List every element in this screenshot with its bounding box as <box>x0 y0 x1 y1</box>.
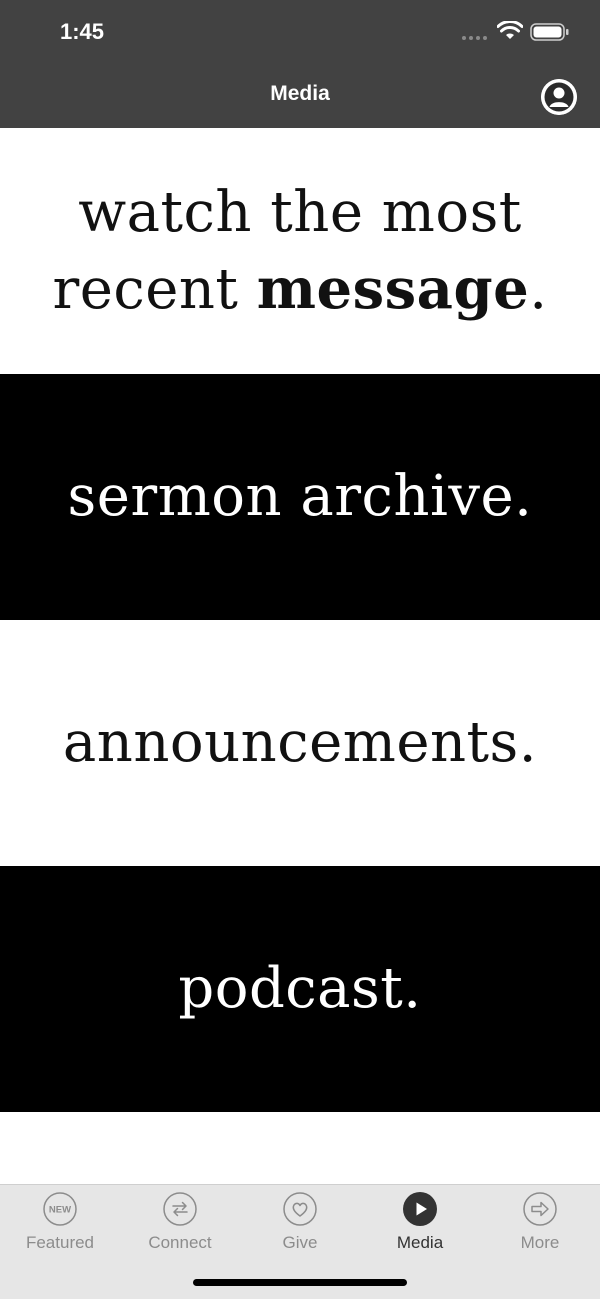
tab-connect[interactable]: Connect <box>120 1191 240 1261</box>
page-title: Media <box>270 82 330 105</box>
profile-button[interactable] <box>541 79 577 115</box>
wifi-icon <box>497 21 523 39</box>
heart-icon <box>282 1191 318 1227</box>
tab-featured[interactable]: NEW Featured <box>0 1191 120 1261</box>
watch-line-2-end: . <box>529 256 548 322</box>
home-indicator <box>193 1279 407 1286</box>
tab-media-label: Media <box>396 1233 444 1252</box>
announcements-text: announcements. <box>62 710 538 775</box>
podcast-text: podcast. <box>178 956 422 1021</box>
watch-line-2-bold: message <box>256 255 530 322</box>
sermon-archive-panel[interactable]: sermon archive. <box>0 374 600 620</box>
watch-recent-message-text: watch the most recent message. <box>52 175 547 328</box>
announcements-panel[interactable]: announcements. <box>0 620 600 866</box>
watch-recent-message-panel[interactable]: watch the most recent message. <box>0 128 600 374</box>
play-icon <box>402 1191 438 1227</box>
watch-line-2: recent message. <box>52 251 547 328</box>
arrow-right-icon <box>522 1191 558 1227</box>
tab-more-label: More <box>520 1233 560 1252</box>
sermon-archive-text: sermon archive. <box>67 464 533 529</box>
new-badge-text: NEW <box>49 1205 71 1216</box>
next-panel-partial <box>0 1112 600 1184</box>
battery-icon <box>530 23 569 41</box>
tab-give-label: Give <box>282 1233 318 1252</box>
podcast-panel[interactable]: podcast. <box>0 866 600 1112</box>
tab-give[interactable]: Give <box>240 1191 360 1261</box>
watch-line-2-regular: recent <box>52 256 257 322</box>
tab-media[interactable]: Media <box>360 1191 480 1261</box>
tab-featured-label: Featured <box>25 1233 95 1252</box>
connect-arrows-icon <box>162 1191 198 1227</box>
tab-more[interactable]: More <box>480 1191 600 1261</box>
status-time: 1:45 <box>60 19 105 44</box>
user-avatar-icon <box>541 79 577 115</box>
tab-connect-label: Connect <box>148 1233 212 1252</box>
cellular-signal-icon <box>462 36 487 40</box>
watch-line-1: watch the most <box>78 179 522 245</box>
navigation-header: 1:45 Media <box>0 0 600 128</box>
new-badge-icon: NEW <box>42 1191 78 1227</box>
